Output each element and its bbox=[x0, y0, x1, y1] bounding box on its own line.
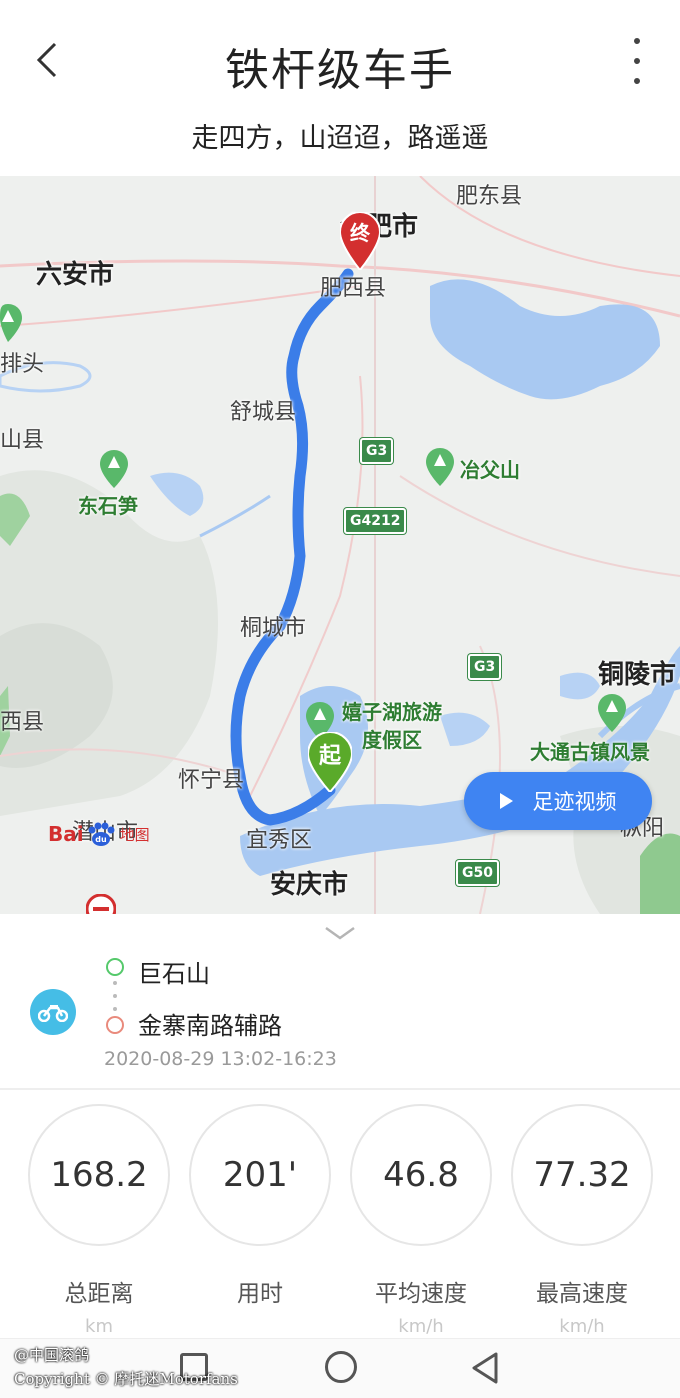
traffic-sign-icon bbox=[85, 893, 117, 914]
trip-time-range: 2020-08-29 13:02-16:23 bbox=[104, 1048, 337, 1070]
trip-info-panel: 巨石山 金寨南路辅路 2020-08-29 13:02-16:23 168.2 … bbox=[0, 914, 680, 1398]
route-map[interactable]: 合肥市 六安市 铜陵市 安庆市 肥东县 肥西县 舒城县 桐城市 怀宁县 潜山市 … bbox=[0, 176, 680, 914]
end-marker[interactable]: 终 bbox=[338, 210, 382, 274]
start-marker[interactable]: 起 bbox=[306, 730, 354, 796]
baidu-paw-icon: du bbox=[88, 822, 115, 846]
trip-end-location: 金寨南路辅路 bbox=[138, 1012, 282, 1040]
footprint-video-button[interactable]: 足迹视频 bbox=[464, 772, 652, 830]
stat-label: 平均速度 bbox=[375, 1281, 467, 1307]
stat-unit: km/h bbox=[559, 1316, 605, 1337]
stat-total-distance: 168.2 总距离 km bbox=[28, 1104, 170, 1338]
page-subtitle: 走四方，山迢迢，路遥遥 bbox=[191, 123, 489, 154]
map-county-label: 桐城市 bbox=[240, 616, 307, 641]
stat-unit bbox=[189, 1316, 331, 1338]
divider bbox=[0, 1088, 680, 1090]
home-button[interactable] bbox=[325, 1351, 357, 1383]
more-dot-icon bbox=[634, 58, 640, 64]
map-county-label: 排头 bbox=[0, 352, 45, 377]
map-county-label: 山县 bbox=[0, 428, 45, 453]
map-county-label: 西县 bbox=[0, 710, 45, 735]
back-triangle-icon[interactable] bbox=[470, 1351, 500, 1385]
map-poi-label: 东石笋 bbox=[78, 494, 138, 518]
end-marker-label: 终 bbox=[350, 221, 370, 245]
poi-pin-icon bbox=[100, 450, 128, 492]
watermark-line-2: Copyright © 摩托迷Motorfans bbox=[14, 1370, 238, 1388]
stat-average-speed: 46.8 平均速度 km/h bbox=[350, 1104, 492, 1338]
stat-value: 77.32 bbox=[511, 1104, 653, 1246]
map-county-label: 宜秀区 bbox=[246, 828, 313, 853]
poi-pin-icon bbox=[598, 694, 626, 736]
map-poi-label: 度假区 bbox=[362, 728, 422, 752]
svg-text:du: du bbox=[95, 835, 107, 844]
stat-max-speed: 77.32 最高速度 km/h bbox=[511, 1104, 653, 1338]
map-city-label: 六安市 bbox=[36, 260, 115, 290]
trip-start-location: 巨石山 bbox=[138, 960, 210, 988]
highway-shield: G3 bbox=[360, 438, 394, 464]
stat-value: 201' bbox=[189, 1104, 331, 1246]
more-dot-icon bbox=[634, 38, 640, 44]
baidu-logo-sub: 地图 bbox=[119, 825, 150, 844]
baidu-map-logo: Bai du 地图 bbox=[48, 822, 150, 846]
map-poi-label: 大通古镇风景 bbox=[530, 740, 650, 764]
map-city-label: 安庆市 bbox=[270, 870, 349, 900]
map-city-label: 铜陵市 bbox=[598, 660, 677, 690]
end-point-icon bbox=[106, 1016, 124, 1034]
stat-label: 最高速度 bbox=[536, 1281, 628, 1307]
stat-value: 168.2 bbox=[28, 1104, 170, 1246]
stat-label: 总距离 bbox=[64, 1281, 134, 1307]
map-county-label: 肥东县 bbox=[456, 184, 523, 209]
stat-label: 用时 bbox=[237, 1281, 283, 1307]
stat-unit: km/h bbox=[398, 1316, 444, 1337]
start-point-icon bbox=[106, 958, 124, 976]
more-dot-icon bbox=[634, 78, 640, 84]
highway-shield: G3 bbox=[468, 654, 502, 680]
route-connector bbox=[113, 981, 117, 1011]
map-county-label: 怀宁县 bbox=[178, 768, 245, 793]
chevron-down-icon[interactable] bbox=[322, 922, 358, 942]
baidu-logo-text: Bai bbox=[48, 822, 84, 846]
highway-shield: G4212 bbox=[344, 508, 407, 534]
page-title: 铁杆级车手 bbox=[225, 45, 455, 96]
start-marker-label: 起 bbox=[318, 744, 341, 769]
stat-duration: 201' 用时 bbox=[189, 1104, 331, 1338]
map-county-label: 舒城县 bbox=[230, 400, 297, 425]
header: 铁杆级车手 走四方，山迢迢，路遥遥 bbox=[0, 0, 680, 175]
motorcycle-icon bbox=[30, 989, 76, 1035]
poi-pin-icon bbox=[426, 448, 454, 490]
stat-unit: km bbox=[85, 1316, 113, 1337]
map-county-label: 肥西县 bbox=[320, 276, 387, 301]
map-poi-label: 嬉子湖旅游 bbox=[342, 700, 442, 724]
footprint-video-label: 足迹视频 bbox=[532, 790, 617, 814]
watermark-line-1: @中国滚鸽 bbox=[14, 1346, 90, 1364]
map-poi-label: 冶父山 bbox=[460, 458, 520, 482]
stat-value: 46.8 bbox=[350, 1104, 492, 1246]
app-root: 铁杆级车手 走四方，山迢迢，路遥遥 六安市 铜陵市 安庆市 肥东县 肥西县 舒城… bbox=[0, 0, 680, 1398]
play-icon bbox=[499, 793, 513, 809]
poi-pin-icon bbox=[0, 304, 22, 346]
highway-shield: G50 bbox=[456, 860, 499, 886]
more-options-button[interactable] bbox=[622, 38, 652, 84]
